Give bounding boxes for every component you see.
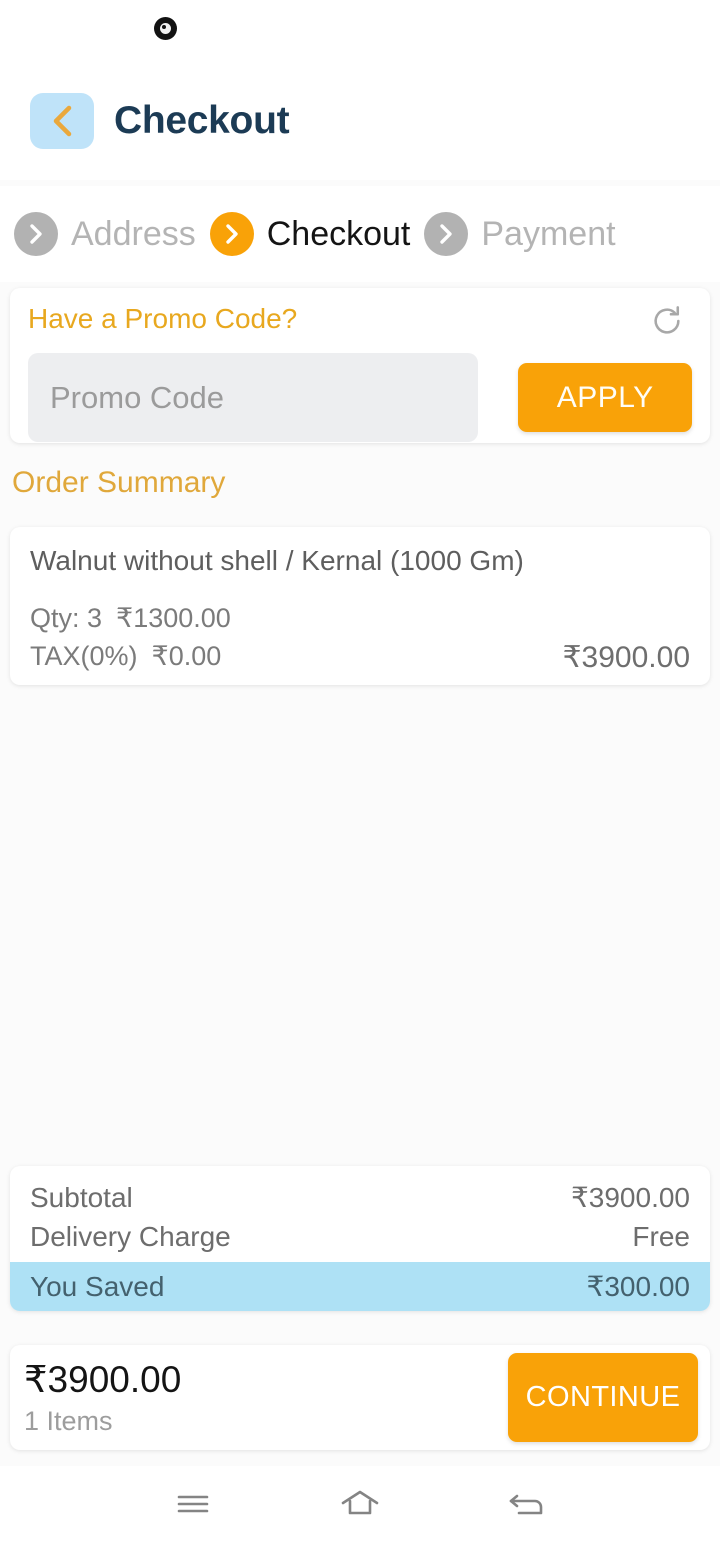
status-bar: [0, 0, 720, 62]
stepper-label-address: Address: [71, 214, 196, 253]
order-item-tax-amount: ₹0.00: [151, 641, 222, 671]
app-notification-icon: [154, 17, 177, 40]
order-item-card: Walnut without shell / Kernal (1000 Gm) …: [10, 527, 710, 685]
recents-button[interactable]: [165, 1483, 221, 1528]
back-button[interactable]: [499, 1482, 555, 1529]
totals-card: Subtotal ₹3900.00 Delivery Charge Free Y…: [10, 1166, 710, 1311]
order-item-meta: Qty: 3 ₹1300.00 TAX(0%) ₹0.00 ₹3900.00: [30, 599, 690, 675]
stepper-item-payment[interactable]: Payment: [424, 212, 616, 256]
totals-label-subtotal: Subtotal: [30, 1181, 133, 1213]
order-item-unit-price: ₹1300.00: [116, 603, 231, 633]
home-button[interactable]: [331, 1481, 389, 1530]
chevron-right-icon: [209, 212, 254, 256]
totals-row-subtotal: Subtotal ₹3900.00: [10, 1178, 710, 1217]
promo-input-row: APPLY: [28, 353, 692, 442]
android-navigation-bar: [0, 1466, 720, 1544]
totals-row-you-saved: You Saved ₹300.00: [10, 1262, 710, 1311]
checkout-screen: Checkout Address Checkout Payment Have a…: [0, 0, 720, 1544]
stepper-label-checkout: Checkout: [266, 214, 411, 253]
grand-total-block: ₹3900.00 1 Items: [24, 1361, 181, 1435]
stepper-item-checkout[interactable]: Checkout: [209, 212, 411, 256]
order-item-qty-label: Qty: 3: [30, 603, 103, 633]
totals-value-you-saved: ₹300.00: [586, 1271, 690, 1302]
totals-value-subtotal: ₹3900.00: [570, 1182, 690, 1213]
promo-code-card: Have a Promo Code? APPLY: [10, 288, 710, 443]
promo-refresh-button[interactable]: [650, 304, 684, 341]
order-item-qty-row: Qty: 3 ₹1300.00: [30, 599, 690, 637]
order-item-tax-label: TAX(0%): [30, 641, 138, 671]
chevron-left-icon: [49, 104, 75, 138]
stepper-label-payment: Payment: [481, 214, 616, 253]
checkout-stepper: Address Checkout Payment: [0, 186, 720, 282]
order-item-line-total: ₹3900.00: [562, 641, 690, 674]
totals-value-delivery: Free: [632, 1220, 690, 1252]
refresh-icon: [650, 306, 684, 341]
apply-promo-button[interactable]: APPLY: [518, 363, 692, 432]
grand-total-amount: ₹3900.00: [24, 1358, 182, 1400]
order-summary-title: Order Summary: [12, 466, 226, 499]
menu-icon: [171, 1489, 215, 1522]
home-icon: [337, 1487, 383, 1524]
totals-label-delivery: Delivery Charge: [30, 1220, 231, 1252]
stepper-item-address[interactable]: Address: [14, 212, 196, 256]
header-back-button[interactable]: [30, 93, 94, 149]
grand-total-items-count: 1 Items: [24, 1405, 113, 1436]
back-arrow-icon: [505, 1488, 549, 1523]
chevron-right-icon: [14, 212, 58, 256]
promo-code-input[interactable]: [28, 353, 479, 442]
promo-header: Have a Promo Code?: [28, 302, 692, 341]
continue-button[interactable]: CONTINUE: [508, 1353, 698, 1442]
totals-label-you-saved: You Saved: [30, 1270, 165, 1302]
checkout-footer-bar: ₹3900.00 1 Items CONTINUE: [10, 1345, 710, 1450]
order-item-name: Walnut without shell / Kernal (1000 Gm): [30, 545, 524, 576]
app-header: Checkout: [0, 62, 720, 180]
chevron-right-icon: [424, 212, 469, 256]
page-title: Checkout: [114, 99, 290, 142]
totals-row-delivery: Delivery Charge Free: [10, 1217, 710, 1256]
promo-title: Have a Promo Code?: [28, 303, 298, 334]
